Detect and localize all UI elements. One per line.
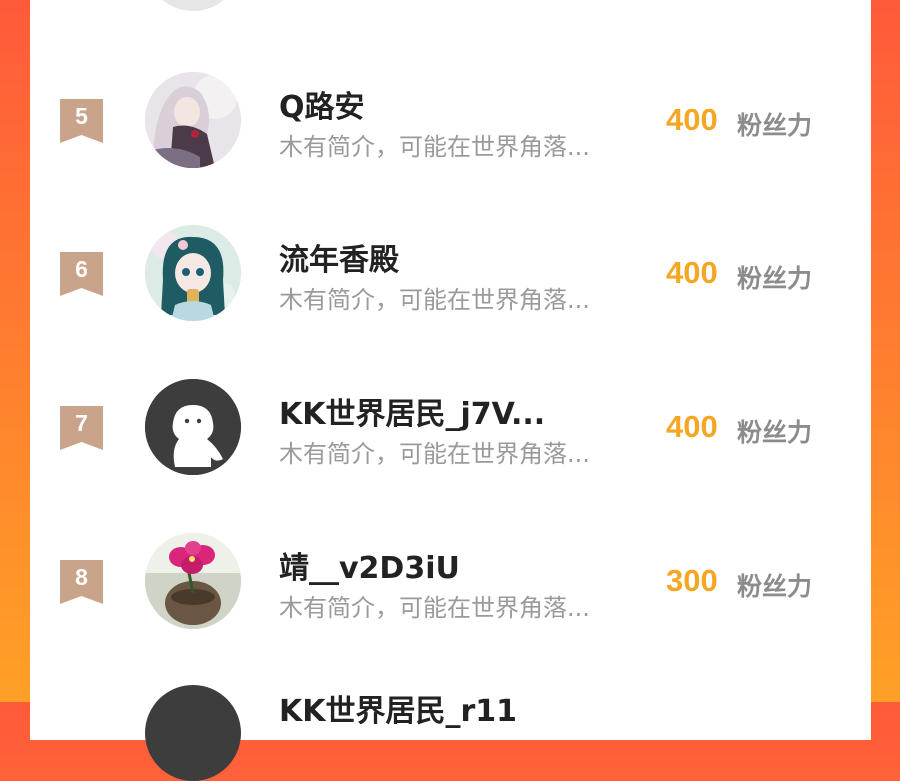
fan-power-value: 400 (666, 409, 718, 444)
fan-power-label: 粉丝力 (737, 418, 813, 447)
user-bio: 木有简介，可能在世界角落... (279, 594, 590, 622)
next-user-avatar[interactable] (145, 685, 241, 781)
rank-badge: 5 (60, 99, 103, 143)
rank-number: 5 (75, 103, 88, 129)
user-avatar[interactable] (145, 225, 241, 321)
user-bio: 木有简介，可能在世界角落... (279, 440, 590, 468)
leaderboard-row-8[interactable]: 8 靖__v2D3iU 木有简介，可能在世界角落... 300 粉丝力 (0, 531, 841, 684)
fan-power-label: 粉丝力 (737, 264, 813, 293)
user-name[interactable]: 靖__v2D3iU (279, 543, 460, 587)
next-user-name[interactable]: KK世界居民_r11 (279, 686, 517, 730)
leaderboard-row-5[interactable]: 5 Q路安 木有简介，可能在世界角落... 400 粉丝力 (0, 70, 841, 223)
fan-power-value: 400 (666, 102, 718, 137)
user-name[interactable]: KK世界居民_j7V... (279, 389, 545, 433)
rank-number: 8 (75, 564, 88, 590)
rank-badge: 7 (60, 406, 103, 450)
fan-power-label: 粉丝力 (737, 111, 813, 140)
leaderboard-row-7[interactable]: 7 KK世界居民_j7V... 木有简介，可能在世界角落... 400 粉丝力 (0, 377, 841, 530)
user-name[interactable]: 流年香殿 (279, 235, 399, 279)
user-bio: 木有简介，可能在世界角落... (279, 133, 590, 161)
leaderboard-row-6[interactable]: 6 流年香殿 木有简介，可能在世界角落... 400 粉丝力 (0, 223, 841, 376)
user-name[interactable]: Q路安 (279, 82, 365, 126)
user-avatar[interactable] (145, 72, 241, 168)
rank-badge: 6 (60, 252, 103, 296)
rank-number: 7 (75, 410, 88, 436)
user-bio: 木有简介，可能在世界角落... (279, 286, 590, 314)
fan-power-value: 300 (666, 563, 718, 598)
fan-power-value: 400 (666, 255, 718, 290)
default-avatar-icon[interactable] (145, 379, 241, 475)
fan-power-label: 粉丝力 (737, 572, 813, 601)
rank-number: 6 (75, 256, 88, 282)
rank-badge: 8 (60, 560, 103, 604)
user-avatar[interactable] (145, 533, 241, 629)
